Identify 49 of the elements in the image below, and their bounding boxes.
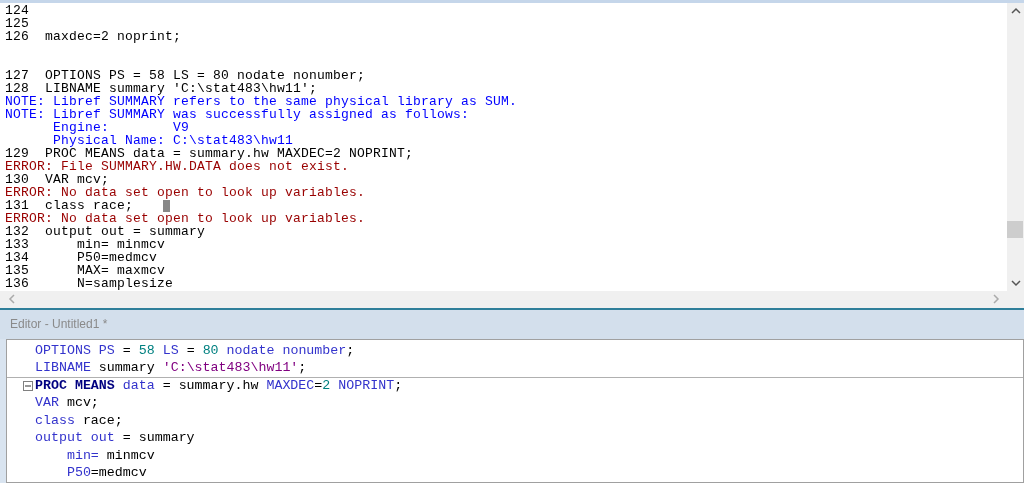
- line-number: 124: [5, 4, 30, 17]
- log-code: OPTIONS PS = 58 LS = 80 nodate nonumber;: [45, 69, 366, 82]
- vertical-scrollbar[interactable]: [1007, 3, 1024, 291]
- line-number: 134: [5, 251, 30, 264]
- log-code: VAR mcv;: [45, 173, 109, 186]
- log-code: N=samplesize: [76, 277, 174, 290]
- code-line: output out = summary: [35, 429, 195, 448]
- chevron-right-icon[interactable]: [993, 294, 1000, 305]
- code-line: P50=medmcv: [65, 464, 147, 483]
- chevron-up-icon[interactable]: [1010, 7, 1021, 14]
- code-line: OPTIONS PS = 58 LS = 80 nodate nonumber;: [35, 341, 355, 360]
- chevron-down-icon[interactable]: [1010, 279, 1021, 287]
- line-number: 132: [5, 225, 30, 238]
- log-error: ERROR: No data set open to look up variables.: [5, 212, 366, 225]
- log-code: PROC MEANS data = summary.hw MAXDEC=2 NOPRINT;: [45, 147, 414, 160]
- line-number: 127: [5, 69, 30, 82]
- window-title: Editor - Untitled1 *: [10, 316, 108, 334]
- log-code: MAX= maxmcv: [76, 264, 166, 277]
- log-code: min= minmcv: [77, 238, 166, 251]
- log-error: ERROR: No data set open to look up variables.: [5, 186, 366, 199]
- line-number: 126: [5, 30, 30, 43]
- log-note: Engine: V9: [52, 121, 190, 134]
- line-number: 128: [5, 82, 30, 95]
- horizontal-scrollbar[interactable]: [0, 290, 1024, 308]
- log-code: LIBNAME summary 'C:\stat483\hw11';: [45, 82, 318, 95]
- log-code: maxdec=2 noprint;: [45, 30, 182, 43]
- log-note: Physical Name: C:\stat483\hw11: [52, 134, 294, 147]
- code-editor[interactable]: OPTIONS PS = 58 LS = 80 nodate nonumber; LIBNAME summary 'C:\stat483\hw11'; PROC MEANS data = summary.hw MAXDEC=2 NOPRINT; VAR mcv; class race; output out = summary min= minmcv P50=medmcv: [6, 339, 1024, 483]
- log-error: ERROR: File SUMMARY.HW.DATA does not exist.: [5, 160, 350, 173]
- log-code: P50=medmcv: [76, 251, 158, 264]
- code-line: min= minmcv: [65, 446, 155, 465]
- scrollbar-thumb[interactable]: [1007, 221, 1023, 238]
- chevron-left-icon[interactable]: [8, 294, 15, 305]
- line-number: 130: [5, 173, 30, 186]
- collapse-icon[interactable]: [23, 381, 33, 392]
- code-line: VAR mcv;: [35, 394, 99, 413]
- line-number: 133: [5, 238, 30, 251]
- line-number: 136: [5, 277, 30, 290]
- line-number: 125: [5, 17, 30, 30]
- code-line: PROC MEANS data = summary.hw MAXDEC=2 NOPRINT;: [35, 377, 403, 396]
- log-note: NOTE: Libref SUMMARY was successfully assigned as follows:: [5, 108, 470, 121]
- log-note: NOTE: Libref SUMMARY refers to the same physical library as SUM.: [5, 95, 518, 108]
- code-line: class race;: [35, 411, 123, 430]
- line-number: 129: [5, 147, 30, 160]
- log-code: output out = summary: [45, 225, 206, 238]
- log-code: class race;: [45, 199, 133, 212]
- line-number: 135: [5, 264, 30, 277]
- code-line: LIBNAME summary 'C:\stat483\hw11';: [35, 359, 307, 378]
- line-number: 131: [5, 199, 30, 212]
